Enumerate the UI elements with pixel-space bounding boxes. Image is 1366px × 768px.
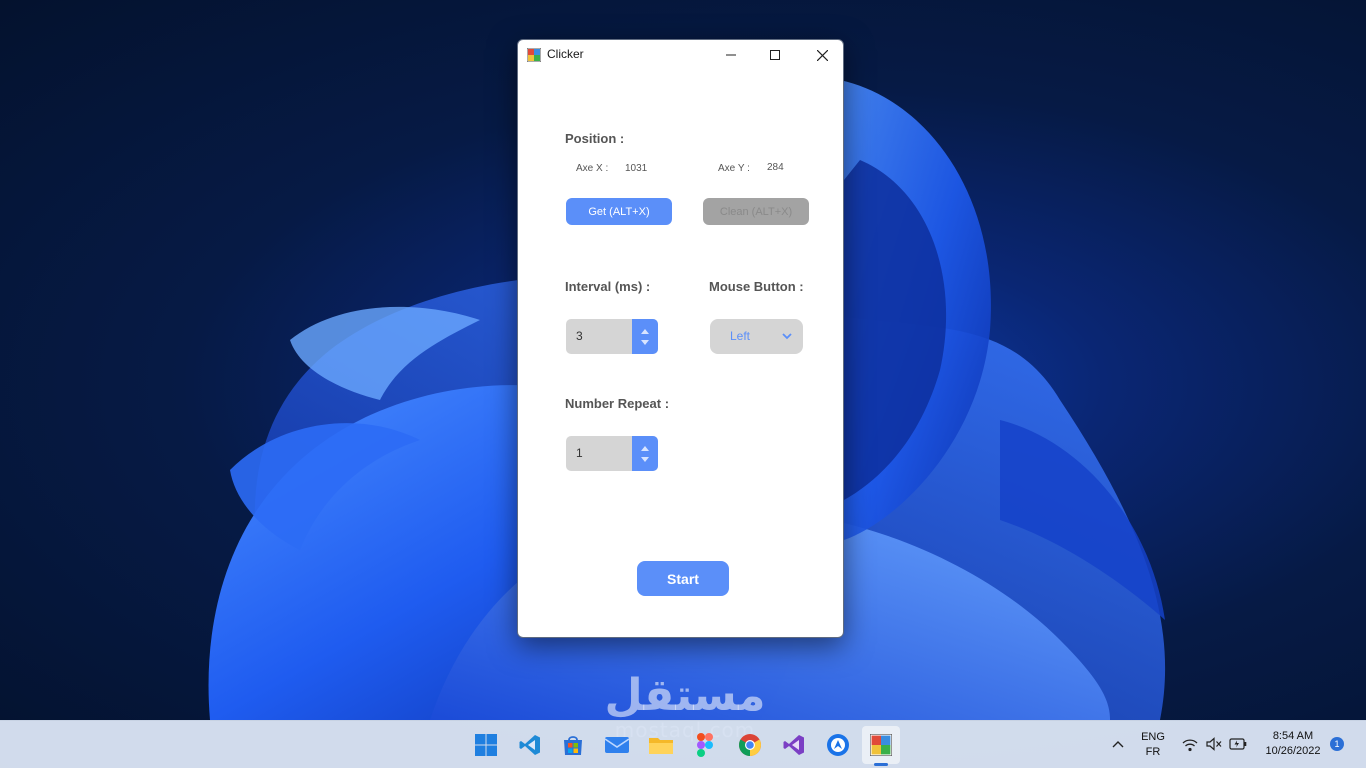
battery-charging-icon[interactable] — [1229, 737, 1247, 751]
file-explorer-icon — [649, 738, 673, 754]
clicker-window: Clicker Position : Axe X : 1031 Axe Y : … — [517, 39, 844, 638]
minimize-icon — [726, 54, 736, 56]
maximize-icon — [770, 50, 780, 60]
repeat-stepper[interactable]: 1 — [566, 436, 658, 471]
visual-studio-icon — [783, 735, 804, 755]
vscode-icon — [519, 735, 540, 755]
windows-start-icon — [475, 734, 497, 756]
lang-top: ENG — [1141, 731, 1165, 743]
clicker-taskbar-icon — [870, 734, 892, 756]
chevron-up-icon[interactable] — [1112, 740, 1124, 748]
store-taskbar-button[interactable] — [559, 731, 587, 759]
close-button[interactable] — [799, 40, 843, 70]
mouse-button-selected: Left — [730, 329, 751, 343]
volume-muted-icon[interactable] — [1206, 737, 1222, 751]
mouse-button-heading: Mouse Button : — [709, 279, 804, 294]
maximize-button[interactable] — [752, 40, 798, 70]
active-app-indicator — [874, 763, 888, 766]
start-button[interactable]: Start — [637, 561, 729, 596]
figma-taskbar-button[interactable] — [691, 731, 719, 759]
position-heading: Position : — [565, 131, 625, 146]
clicker-app-icon — [527, 48, 541, 62]
file-explorer-taskbar-button[interactable] — [647, 731, 675, 759]
interval-value[interactable]: 3 — [576, 329, 583, 343]
title-bar[interactable]: Clicker — [518, 40, 843, 70]
spin-down-icon[interactable] — [641, 340, 649, 345]
interval-heading: Interval (ms) : — [565, 279, 651, 294]
pinned-app-taskbar-button[interactable] — [824, 731, 852, 759]
taskbar: ENG FR 8:54 AM 10/26/2022 — [0, 720, 1366, 768]
chevron-down-icon — [782, 333, 792, 340]
visual-studio-taskbar-button[interactable] — [780, 731, 808, 759]
notification-badge[interactable]: 1 — [1330, 737, 1344, 751]
mail-taskbar-button[interactable] — [603, 731, 631, 759]
axe-x-value: 1031 — [625, 163, 648, 174]
close-icon — [816, 49, 828, 61]
lang-bottom: FR — [1145, 746, 1161, 758]
store-icon — [564, 736, 582, 755]
figma-icon — [697, 733, 713, 757]
chrome-icon — [739, 734, 761, 756]
chrome-taskbar-button[interactable] — [736, 731, 764, 759]
language-indicator[interactable]: ENG FR — [1138, 731, 1168, 758]
app-icon — [827, 734, 849, 756]
clean-position-button[interactable]: Clean (ALT+X) — [703, 198, 809, 225]
axe-y-value: 284 — [767, 162, 784, 173]
clicker-taskbar-button[interactable] — [862, 726, 900, 764]
spin-up-icon[interactable] — [641, 329, 649, 334]
clock[interactable]: 8:54 AM 10/26/2022 — [1256, 730, 1330, 757]
interval-spin-buttons[interactable] — [632, 319, 658, 354]
vscode-taskbar-button[interactable] — [516, 731, 544, 759]
repeat-spin-buttons[interactable] — [632, 436, 658, 471]
clock-time: 8:54 AM — [1272, 730, 1314, 742]
clock-date: 10/26/2022 — [1265, 745, 1321, 757]
spin-down-icon[interactable] — [641, 457, 649, 462]
repeat-value[interactable]: 1 — [576, 446, 583, 460]
axe-x-label: Axe X : — [576, 163, 609, 174]
windows-start-button[interactable] — [472, 731, 500, 759]
minimize-button[interactable] — [708, 40, 754, 70]
mouse-button-select[interactable]: Left — [710, 319, 803, 354]
window-title: Clicker — [547, 47, 584, 61]
axe-y-label: Axe Y : — [718, 163, 750, 174]
interval-stepper[interactable]: 3 — [566, 319, 658, 354]
get-position-button[interactable]: Get (ALT+X) — [566, 198, 672, 225]
wifi-icon[interactable] — [1182, 738, 1198, 752]
spin-up-icon[interactable] — [641, 446, 649, 451]
mail-icon — [604, 737, 630, 753]
number-repeat-heading: Number Repeat : — [565, 396, 670, 411]
